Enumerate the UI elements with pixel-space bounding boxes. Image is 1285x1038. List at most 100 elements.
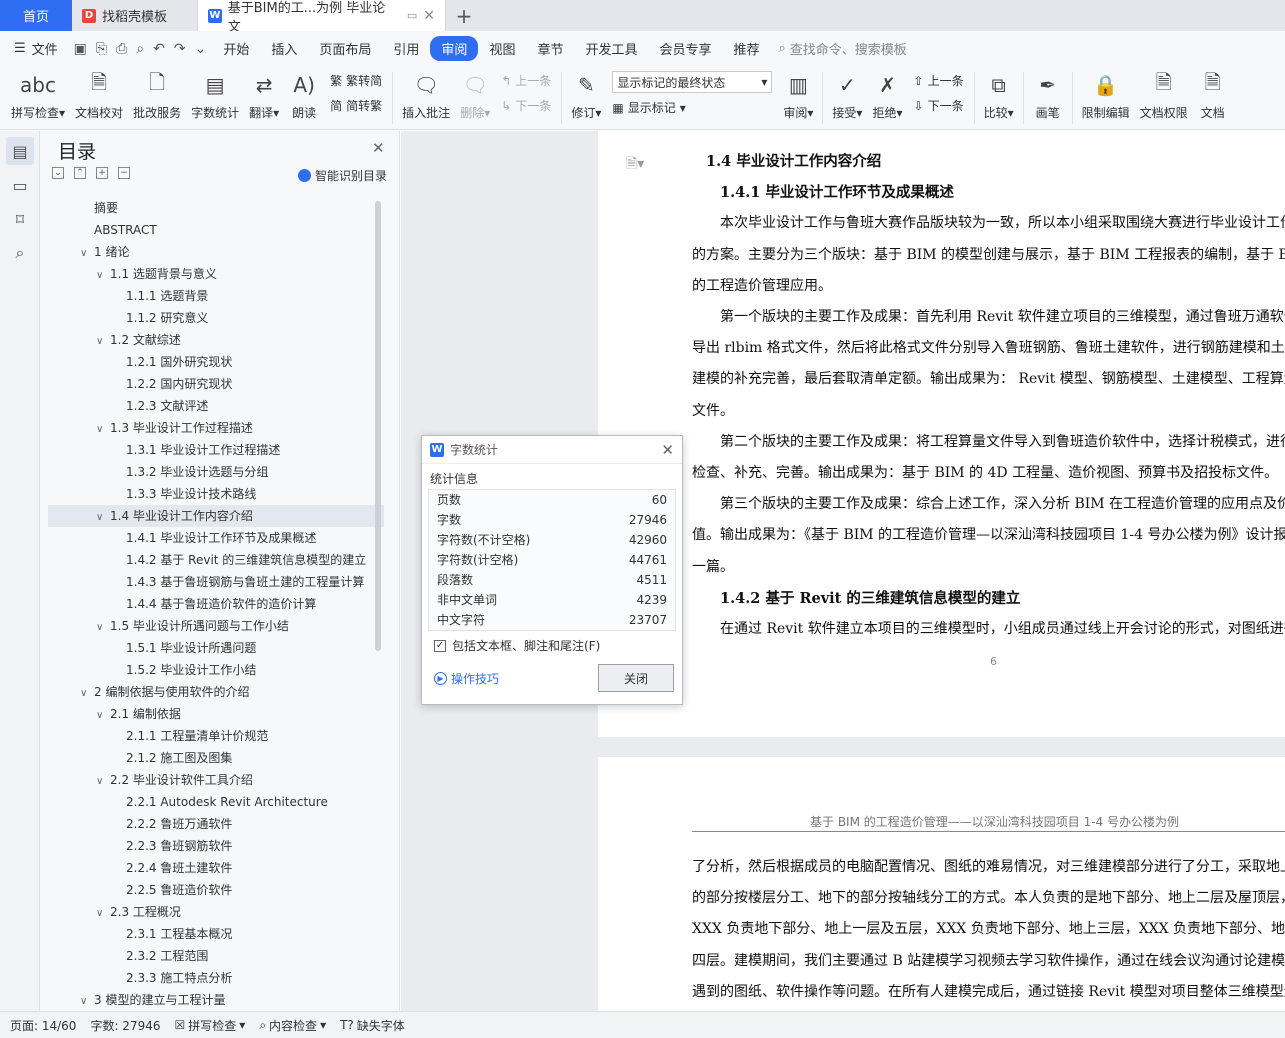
reject-button[interactable]: ✗ 拒绝▾ [867, 66, 907, 121]
toc-item[interactable]: 2.2.1 Autodesk Revit Architecture [48, 791, 384, 813]
menu-tab-8[interactable]: 会员专享 [648, 36, 722, 61]
page-indicator[interactable]: 页面: 14/60 [10, 1017, 76, 1034]
chevron-down-icon[interactable]: ∨ [96, 903, 110, 923]
delete-comment-button[interactable]: 🗨 删除▾ [455, 66, 495, 121]
toc-item[interactable]: 1.3.2 毕业设计选题与分组 [48, 461, 384, 483]
track-changes-button[interactable]: ✎ 修订▾ [566, 66, 606, 121]
read-aloud-button[interactable]: A) 朗读 [284, 66, 324, 121]
doc-permission-button[interactable]: 🗎 文档权限 [1135, 66, 1193, 121]
doc-options-icon[interactable]: 🗎▾ [626, 153, 644, 177]
toc-item[interactable]: 1.2.1 国外研究现状 [48, 351, 384, 373]
toc-item[interactable]: 1.4.3 基于鲁班钢筋与鲁班土建的工程量计算 [48, 571, 384, 593]
preview-icon[interactable]: ⌕ [136, 41, 144, 57]
menu-tab-1[interactable]: 插入 [260, 36, 308, 61]
accept-button[interactable]: ✓ 接受▾ [827, 66, 867, 121]
pen-button[interactable]: ✒ 画笔 [1028, 66, 1068, 121]
content-check-status[interactable]: ⌕ 内容检查 ▾ [259, 1017, 326, 1034]
toc-item[interactable]: 2.2.5 鲁班造价软件 [48, 879, 384, 901]
toc-item[interactable]: 2.2.4 鲁班土建软件 [48, 857, 384, 879]
toc-panel-icon[interactable]: ▤ [6, 137, 34, 165]
toc-item[interactable]: 1.2.3 文献评述 [48, 395, 384, 417]
toc-item[interactable]: 1.2.2 国内研究现状 [48, 373, 384, 395]
doc-more-button[interactable]: 🗎 文档 [1193, 66, 1233, 121]
pin-icon[interactable]: ▭ [407, 9, 417, 22]
toc-item[interactable]: 1.1.1 选题背景 [48, 285, 384, 307]
document-page[interactable]: 基于 BIM 的工程造价管理——以深汕湾科技园项目 1-4 号办公楼为例 了分析… [598, 757, 1285, 1011]
chevron-down-icon[interactable]: ∨ [96, 419, 110, 439]
collapse-all-icon[interactable]: ⌄ [52, 167, 64, 179]
translate-button[interactable]: ⇄ 翻译▾ [244, 66, 284, 121]
restrict-edit-button[interactable]: 🔒 限制编辑 [1077, 66, 1135, 121]
toc-item[interactable]: 2.3.1 工程基本概况 [48, 923, 384, 945]
trad-to-simp-button[interactable]: 繁繁转简 [330, 72, 382, 89]
undo-icon[interactable]: ↶ [153, 41, 165, 57]
toc-item[interactable]: 1.1.2 研究意义 [48, 307, 384, 329]
menu-tab-3[interactable]: 引用 [382, 36, 430, 61]
file-menu[interactable]: ☰ 文件 [0, 39, 68, 58]
chevron-down-icon[interactable]: ∨ [80, 991, 94, 1005]
simp-to-trad-button[interactable]: 简简转繁 [330, 97, 382, 114]
next-revision-button[interactable]: ⇩ 下一条 [914, 97, 964, 114]
export-icon[interactable]: ⎘ [96, 41, 107, 57]
insert-comment-button[interactable]: 🗨 插入批注 [397, 66, 455, 121]
tab-document[interactable]: W 基于BIM的工...为例 毕业论文 ▭ ✕ [198, 0, 446, 35]
toc-item[interactable]: 摘要 [48, 197, 384, 219]
command-search[interactable]: ⌕ 查找命令、搜索模板 [779, 39, 907, 58]
toc-item[interactable]: ∨ 1.4 毕业设计工作内容介绍 [48, 505, 384, 527]
toc-item[interactable]: ∨ 1.3 毕业设计工作过程描述 [48, 417, 384, 439]
chevron-down-icon[interactable]: ∨ [80, 683, 94, 703]
word-count-button[interactable]: ▤ 字数统计 [186, 66, 244, 121]
tips-link[interactable]: ▶ 操作技巧 [434, 670, 499, 687]
show-markup-button[interactable]: ▦ 显示标记 ▾ [612, 99, 772, 116]
markup-mode-select[interactable]: 显示标记的最终状态 ▾ [612, 71, 773, 93]
toc-item[interactable]: 2.1.1 工程量清单计价规范 [48, 725, 384, 747]
toc-item[interactable]: 1.3.3 毕业设计技术路线 [48, 483, 384, 505]
tab-home[interactable]: 首页 [0, 0, 72, 31]
toc-item[interactable]: ∨ 1.5 毕业设计所遇问题与工作小结 [48, 615, 384, 637]
tab-template[interactable]: D 找稻壳模板 [72, 0, 198, 31]
toc-item[interactable]: ∨ 2 编制依据与使用软件的介绍 [48, 681, 384, 703]
chevron-down-icon[interactable]: ∨ [96, 265, 110, 285]
toc-item[interactable]: 2.3.3 施工特点分析 [48, 967, 384, 989]
smart-toc-button[interactable]: 智能识别目录 [298, 167, 387, 184]
toc-item[interactable]: 2.2.3 鲁班钢筋软件 [48, 835, 384, 857]
review-pane-button[interactable]: ▥ 审阅▾ [778, 66, 818, 121]
toc-item[interactable]: ∨ 1.1 选题背景与意义 [48, 263, 384, 285]
spell-check-status[interactable]: ☒ 拼写检查 ▾ [175, 1017, 246, 1034]
save-icon[interactable]: ▣ [74, 41, 87, 57]
next-comment-button[interactable]: ↳ 下一条 [501, 97, 551, 114]
toc-item[interactable]: 1.5.1 毕业设计所遇问题 [48, 637, 384, 659]
chevron-down-icon[interactable]: ∨ [96, 705, 110, 725]
chevron-down-icon[interactable]: ∨ [96, 617, 110, 637]
include-textbox-checkbox[interactable]: ✓ 包括文本框、脚注和尾注(F) [422, 631, 682, 660]
toc-item[interactable]: 1.4.4 基于鲁班造价软件的造价计算 [48, 593, 384, 615]
redo-icon[interactable]: ↷ [174, 41, 186, 57]
compare-button[interactable]: ⧉ 比较▾ [979, 66, 1019, 121]
toc-scrollbar[interactable] [375, 201, 381, 651]
toc-item[interactable]: 1.4.2 基于 Revit 的三维建筑信息模型的建立 [48, 549, 384, 571]
chevron-down-icon[interactable]: ∨ [96, 771, 110, 791]
toc-item[interactable]: ABSTRACT [48, 219, 384, 241]
prev-comment-button[interactable]: ↰ 上一条 [501, 72, 551, 89]
bookmark-icon[interactable]: ⌑ [6, 205, 34, 233]
toc-item[interactable]: ∨ 3 模型的建立与工程计量 [48, 989, 384, 1005]
proofread-button[interactable]: 🗎 文档校对 [70, 66, 128, 121]
prev-revision-button[interactable]: ⇧ 上一条 [914, 72, 964, 89]
batch-service-button[interactable]: 🗋 批改服务 [128, 66, 186, 121]
document-page[interactable]: 🗎▾ 6 1.4 毕业设计工作内容介绍 1.4.1 毕业设计工作环节及成果概述 本次… [598, 131, 1285, 737]
toc-item[interactable]: ∨ 1 绪论 [48, 241, 384, 263]
toc-item[interactable]: 2.1.2 施工图及图集 [48, 747, 384, 769]
remove-level-icon[interactable]: − [118, 167, 130, 179]
chevron-down-icon[interactable]: ∨ [80, 243, 94, 263]
more-icon[interactable]: ⌄ [195, 41, 207, 57]
toc-item[interactable]: 1.3.1 毕业设计工作过程描述 [48, 439, 384, 461]
close-button[interactable]: 关闭 [598, 664, 674, 692]
outline-panel-icon[interactable]: ▭ [6, 171, 34, 199]
menu-tab-7[interactable]: 开发工具 [574, 36, 648, 61]
close-tab-icon[interactable]: ✕ [423, 8, 435, 24]
chevron-down-icon[interactable]: ∨ [96, 507, 110, 527]
close-icon[interactable]: ✕ [372, 139, 385, 157]
print-icon[interactable]: ⎙ [116, 41, 127, 57]
word-count-indicator[interactable]: 字数: 27946 [90, 1017, 160, 1034]
menu-tab-6[interactable]: 章节 [526, 36, 574, 61]
